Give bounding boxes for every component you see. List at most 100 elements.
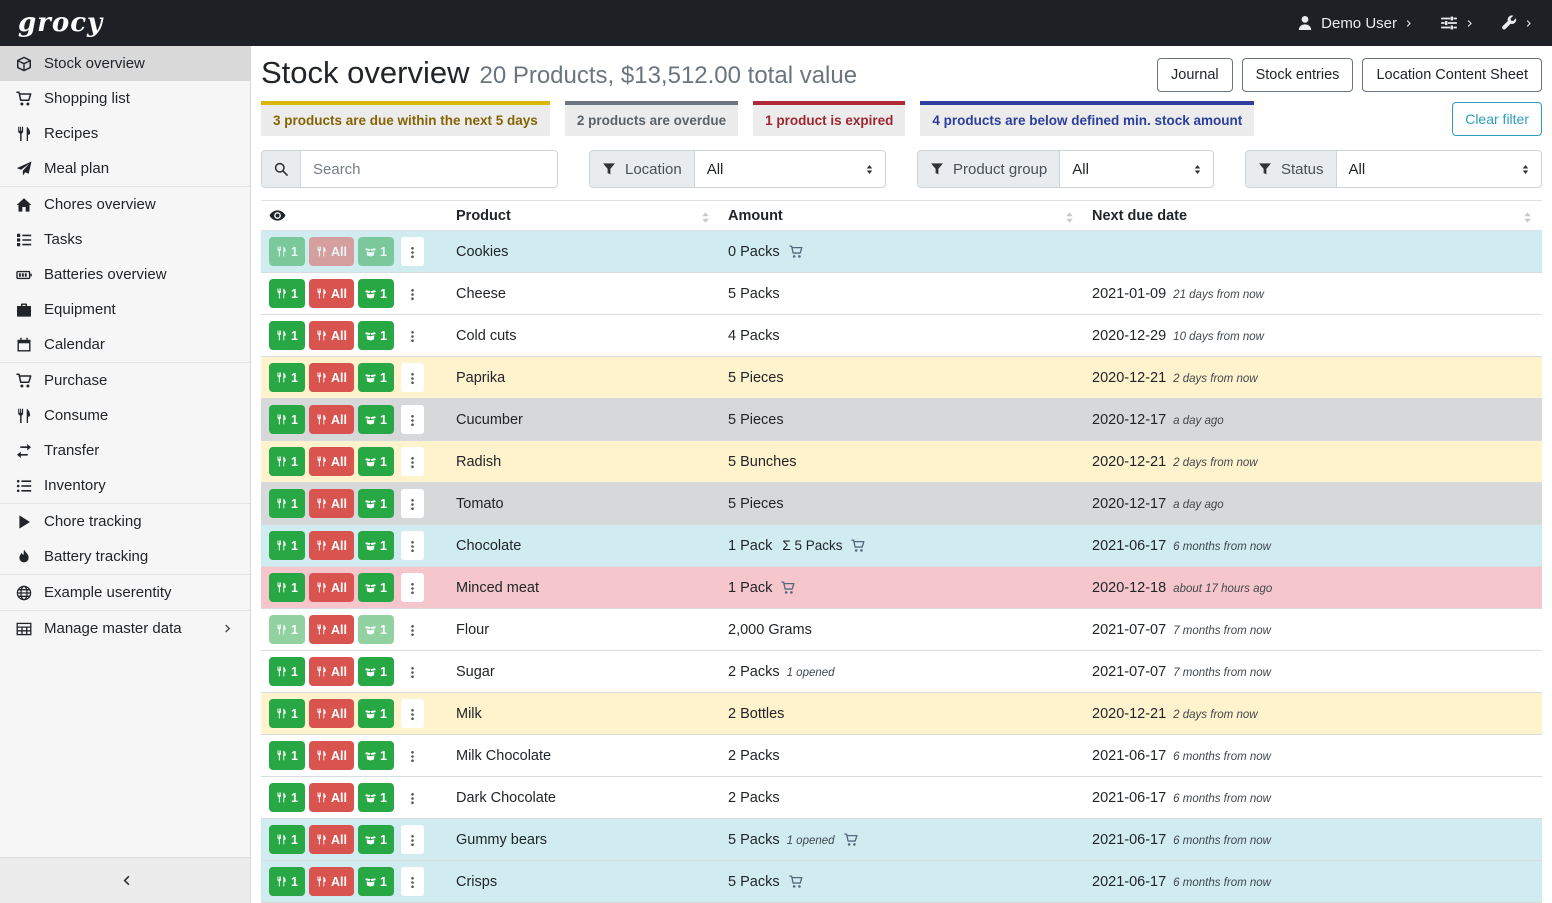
sidebar-item-tasks[interactable]: Tasks [0,222,250,257]
consume-all-button[interactable]: All [309,867,354,896]
sidebar-item-equipment[interactable]: Equipment [0,292,250,327]
sidebar-item-chore-tracking[interactable]: Chore tracking [0,503,250,539]
shopping-cart-link[interactable] [781,580,795,596]
shopping-cart-link[interactable] [789,244,803,260]
shopping-cart-link[interactable] [851,538,865,554]
row-menu-button[interactable] [401,825,424,854]
consume-one-button[interactable]: 1 [269,867,305,896]
sidebar-item-battery-tracking[interactable]: Battery tracking [0,539,250,574]
product-group-select[interactable]: All [1060,151,1213,187]
open-one-button[interactable]: 1 [358,363,394,392]
consume-one-button[interactable]: 1 [269,741,305,770]
consume-all-button[interactable]: All [309,657,354,686]
status-banner[interactable]: 4 products are below defined min. stock … [920,101,1254,136]
row-menu-button[interactable] [401,615,424,644]
row-menu-button[interactable] [401,867,424,896]
open-one-button[interactable]: 1 [358,447,394,476]
search-input[interactable] [301,151,557,187]
consume-all-button[interactable]: All [309,825,354,854]
row-menu-button[interactable] [401,405,424,434]
sidebar-item-meal-plan[interactable]: Meal plan [0,151,250,186]
consume-all-button[interactable]: All [309,573,354,602]
consume-all-button[interactable]: All [309,279,354,308]
sidebar-item-manage-master-data[interactable]: Manage master data [0,610,250,646]
row-menu-button[interactable] [401,447,424,476]
consume-all-button[interactable]: All [309,363,354,392]
column-header-visibility[interactable] [261,201,448,231]
sidebar-item-example-userentity[interactable]: Example userentity [0,574,250,610]
sidebar-item-stock-overview[interactable]: Stock overview [0,46,250,81]
open-one-button[interactable]: 1 [358,405,394,434]
consume-one-button[interactable]: 1 [269,447,305,476]
open-one-button[interactable]: 1 [358,783,394,812]
open-one-button[interactable]: 1 [358,237,394,266]
column-header-amount[interactable]: Amount [720,201,1084,231]
column-header-due-date[interactable]: Next due date [1084,201,1542,231]
open-one-button[interactable]: 1 [358,699,394,728]
shopping-cart-link[interactable] [789,874,803,890]
consume-all-button[interactable]: All [309,447,354,476]
consume-one-button[interactable]: 1 [269,657,305,686]
sidebar-collapse-button[interactable] [0,857,250,903]
open-one-button[interactable]: 1 [358,573,394,602]
row-menu-button[interactable] [401,279,424,308]
consume-all-button[interactable]: All [309,531,354,560]
location-content-sheet-button[interactable]: Location Content Sheet [1362,58,1542,92]
consume-one-button[interactable]: 1 [269,531,305,560]
sidebar-item-recipes[interactable]: Recipes [0,116,250,151]
sidebar-item-purchase[interactable]: Purchase [0,362,250,398]
status-banner[interactable]: 1 product is expired [753,101,905,136]
sidebar-item-consume[interactable]: Consume [0,398,250,433]
consume-one-button[interactable]: 1 [269,321,305,350]
open-one-button[interactable]: 1 [358,867,394,896]
status-banner[interactable]: 3 products are due within the next 5 day… [261,101,550,136]
consume-one-button[interactable]: 1 [269,825,305,854]
row-menu-button[interactable] [401,783,424,812]
row-menu-button[interactable] [401,489,424,518]
app-logo[interactable]: grocy [18,8,103,38]
row-menu-button[interactable] [401,573,424,602]
open-one-button[interactable]: 1 [358,741,394,770]
sidebar-item-calendar[interactable]: Calendar [0,327,250,362]
location-select[interactable]: All [695,151,885,187]
open-one-button[interactable]: 1 [358,489,394,518]
row-menu-button[interactable] [401,657,424,686]
consume-one-button[interactable]: 1 [269,279,305,308]
consume-one-button[interactable]: 1 [269,783,305,812]
consume-all-button[interactable]: All [309,615,354,644]
open-one-button[interactable]: 1 [358,279,394,308]
row-menu-button[interactable] [401,321,424,350]
consume-all-button[interactable]: All [309,237,354,266]
sidebar-item-shopping-list[interactable]: Shopping list [0,81,250,116]
column-header-product[interactable]: Product [448,201,720,231]
sidebar-item-transfer[interactable]: Transfer [0,433,250,468]
consume-all-button[interactable]: All [309,699,354,728]
consume-one-button[interactable]: 1 [269,573,305,602]
consume-one-button[interactable]: 1 [269,699,305,728]
admin-menu[interactable] [1501,15,1534,31]
clear-filter-button[interactable]: Clear filter [1452,102,1542,136]
open-one-button[interactable]: 1 [358,825,394,854]
consume-all-button[interactable]: All [309,405,354,434]
row-menu-button[interactable] [401,531,424,560]
consume-one-button[interactable]: 1 [269,405,305,434]
row-menu-button[interactable] [401,741,424,770]
stock-entries-button[interactable]: Stock entries [1242,58,1354,92]
open-one-button[interactable]: 1 [358,531,394,560]
open-one-button[interactable]: 1 [358,615,394,644]
status-banner[interactable]: 2 products are overdue [565,101,738,136]
consume-all-button[interactable]: All [309,783,354,812]
row-menu-button[interactable] [401,699,424,728]
settings-menu[interactable] [1440,14,1475,32]
journal-button[interactable]: Journal [1157,58,1233,92]
sidebar-item-batteries-overview[interactable]: Batteries overview [0,257,250,292]
shopping-cart-link[interactable] [844,832,858,848]
consume-all-button[interactable]: All [309,489,354,518]
consume-all-button[interactable]: All [309,321,354,350]
open-one-button[interactable]: 1 [358,321,394,350]
status-select[interactable]: All [1337,151,1541,187]
consume-all-button[interactable]: All [309,741,354,770]
row-menu-button[interactable] [401,237,424,266]
open-one-button[interactable]: 1 [358,657,394,686]
row-menu-button[interactable] [401,363,424,392]
